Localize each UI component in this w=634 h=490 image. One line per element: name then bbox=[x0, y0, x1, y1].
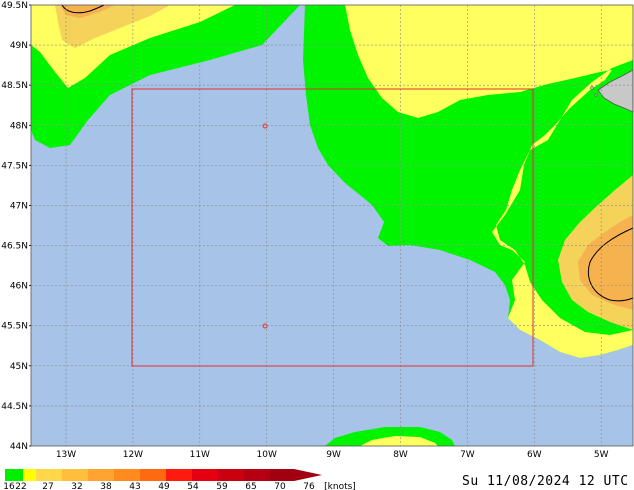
wind-map: 49.5N 49N 48.5N 48N 47.5N 47N 46.5N 46N 45.5N 45N… bbox=[1, 1, 634, 490]
legend-swatch bbox=[140, 469, 166, 481]
legend-swatch bbox=[270, 469, 294, 481]
lat-tick-label: 48N bbox=[10, 121, 28, 131]
legend-label: 70 bbox=[274, 482, 286, 490]
legend-label: 22 bbox=[15, 482, 26, 490]
lon-tick-label: 13W bbox=[56, 450, 76, 460]
island bbox=[594, 93, 598, 97]
legend-swatch bbox=[62, 469, 88, 481]
legend-label: 76 bbox=[303, 482, 315, 490]
lat-tick-label: 45.5N bbox=[1, 322, 28, 332]
legend-label: 49 bbox=[158, 482, 170, 490]
lat-tick-label: 48.5N bbox=[1, 81, 28, 91]
lon-tick-label: 7W bbox=[460, 450, 475, 460]
lat-tick-label: 44N bbox=[10, 442, 28, 452]
lat-tick-label: 47.5N bbox=[1, 161, 28, 171]
lat-tick-label: 49.5N bbox=[1, 1, 28, 11]
lon-tick-label: 6W bbox=[527, 450, 542, 460]
legend-swatch bbox=[88, 469, 114, 481]
lon-tick-label: 9W bbox=[326, 450, 341, 460]
legend-label: 43 bbox=[129, 482, 140, 490]
legend-label: [knots] bbox=[324, 482, 356, 490]
lat-tick-label: 45N bbox=[10, 362, 28, 372]
legend-swatch bbox=[192, 469, 218, 481]
legend-label: 38 bbox=[100, 482, 112, 490]
legend-label: 16 bbox=[3, 482, 15, 490]
legend-swatch bbox=[23, 469, 36, 481]
island bbox=[590, 86, 594, 90]
legend-label: 32 bbox=[71, 482, 82, 490]
legend-arrow bbox=[294, 469, 322, 481]
legend-swatch bbox=[166, 469, 192, 481]
lon-tick-label: 8W bbox=[393, 450, 408, 460]
legend-label: 54 bbox=[187, 482, 199, 490]
lon-tick-label: 10W bbox=[257, 450, 277, 460]
lat-tick-label: 46N bbox=[10, 282, 28, 292]
lat-tick-label: 46.5N bbox=[1, 242, 28, 252]
lat-tick-label: 47N bbox=[10, 201, 28, 211]
legend-swatch bbox=[114, 469, 140, 481]
legend-swatch bbox=[218, 469, 244, 481]
legend-label: 27 bbox=[42, 482, 53, 490]
legend-swatch bbox=[5, 469, 23, 481]
valid-time: Su 11/08/2024 12 UTC bbox=[462, 474, 629, 489]
wind-speed-legend: 16 22 27 32 38 43 49 54 59 65 70 76 [knots] bbox=[3, 469, 356, 490]
lon-tick-label: 12W bbox=[123, 450, 143, 460]
latitude-axis: 49.5N 49N 48.5N 48N 47.5N 47N 46.5N 46N 45.5N 45N… bbox=[1, 1, 31, 452]
lat-tick-label: 49N bbox=[10, 41, 28, 51]
legend-label: 65 bbox=[245, 482, 256, 490]
lon-tick-label: 11W bbox=[190, 450, 210, 460]
legend-swatch bbox=[244, 469, 270, 481]
longitude-axis: 13W 12W 11W 10W 9W 8W 7W 6W 5W bbox=[56, 450, 609, 460]
legend-swatch bbox=[36, 469, 62, 481]
lat-tick-label: 44.5N bbox=[1, 402, 28, 412]
legend-label: 59 bbox=[216, 482, 228, 490]
lon-tick-label: 5W bbox=[594, 450, 609, 460]
